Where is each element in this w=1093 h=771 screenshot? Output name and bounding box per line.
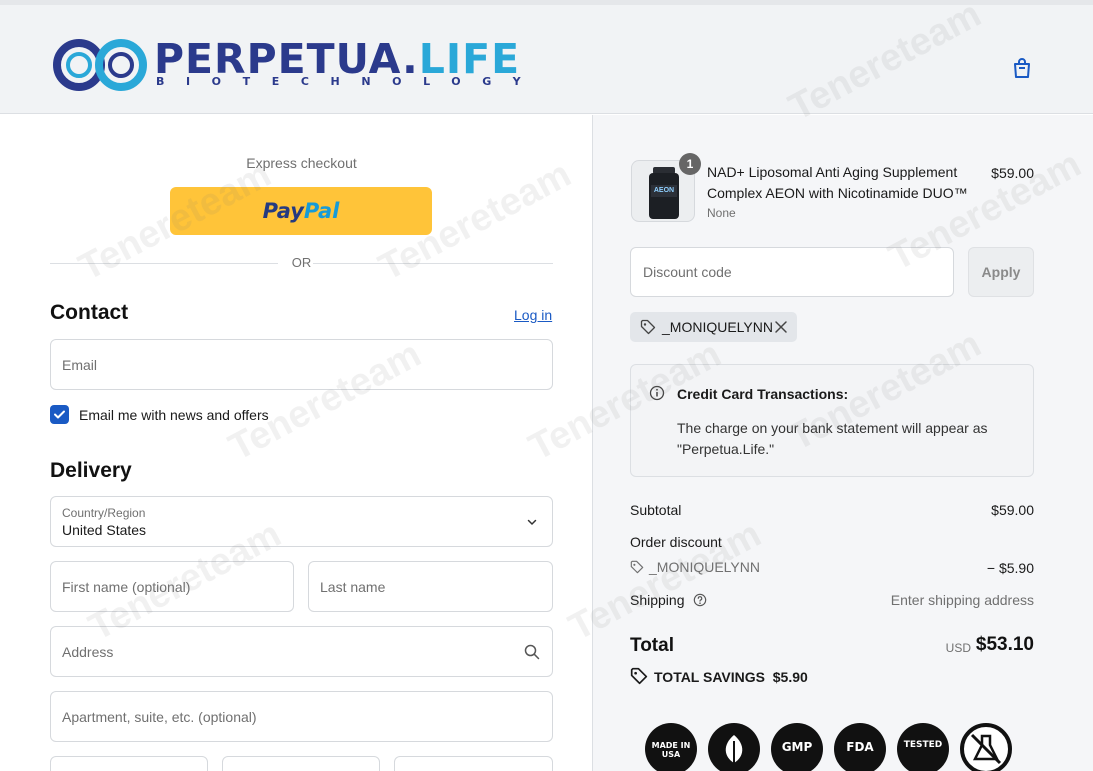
leaf-icon (725, 735, 743, 763)
total-label: Total (630, 635, 674, 656)
country-value: United States (62, 522, 147, 538)
notice-body: The charge on your bank statement will a… (677, 420, 988, 457)
product-price: $59.00 (991, 165, 1034, 181)
notice-title: Credit Card Transactions: (677, 386, 849, 402)
subtotal-value: $59.00 (991, 502, 1034, 518)
zip-field[interactable] (394, 756, 553, 771)
discount-code-label: _MONIQUELYNN (649, 559, 760, 575)
product-variant: None (707, 206, 736, 220)
total-currency: USD (945, 641, 971, 655)
site-header: PERPETUA.LIFE BIOTECHNOLOGY (0, 5, 1093, 114)
applied-code-label: _MONIQUELYNN (662, 319, 773, 335)
third-party-tested-badge: TESTED (897, 723, 949, 771)
made-in-usa-badge: MADE IN USA (645, 723, 697, 771)
order-discount-label: Order discount (630, 534, 722, 550)
subtotal-label: Subtotal (630, 502, 682, 518)
discount-placeholder: Discount code (643, 264, 732, 280)
total-value: $53.10 (975, 634, 1034, 655)
badge-label: TESTED (903, 740, 943, 750)
credit-card-notice: Credit Card Transactions: The charge on … (630, 364, 1034, 477)
close-icon[interactable] (774, 320, 788, 334)
city-field[interactable] (50, 756, 208, 771)
shopping-bag-icon[interactable] (1010, 56, 1034, 80)
discount-value: − $5.90 (986, 560, 1034, 576)
apartment-field[interactable]: Apartment, suite, etc. (optional) (50, 691, 553, 742)
state-field[interactable] (222, 756, 380, 771)
tag-icon (630, 560, 644, 574)
no-gmo-badge (960, 723, 1012, 771)
email-placeholder: Email (62, 356, 98, 373)
product-title: NAD+ Liposomal Anti Aging Supplement Com… (707, 164, 968, 201)
email-field[interactable]: Email (50, 339, 553, 390)
info-icon (649, 385, 665, 401)
tag-icon (630, 667, 648, 685)
first-name-placeholder: First name (optional) (62, 578, 191, 595)
brand-logo[interactable]: PERPETUA.LIFE BIOTECHNOLOGY (52, 35, 521, 93)
total-savings-row: TOTAL SAVINGS $5.90 (630, 667, 808, 685)
paypal-button[interactable]: PayPal (170, 187, 432, 235)
address-placeholder: Address (62, 643, 114, 660)
last-name-placeholder: Last name (320, 578, 386, 595)
help-icon[interactable] (693, 593, 707, 607)
express-checkout-label: Express checkout (246, 155, 357, 171)
paypal-text-pal: Pal (303, 199, 340, 223)
flask-prohibited-icon (970, 733, 1002, 765)
divider-line-right (313, 263, 553, 264)
paypal-text-pay: Pay (262, 199, 304, 223)
shipping-value: Enter shipping address (890, 592, 1034, 608)
checkmark-icon (54, 410, 65, 419)
delivery-heading: Delivery (50, 459, 132, 482)
savings-label: TOTAL SAVINGS (654, 669, 765, 685)
badge-label: MADE IN USA (651, 741, 691, 759)
search-icon (524, 644, 540, 660)
gmp-badge: GMP (771, 723, 823, 771)
vegan-leaf-badge (708, 723, 760, 771)
savings-value: $5.90 (772, 669, 808, 685)
badge-label: FDA (846, 740, 874, 754)
badge-label: GMP (781, 740, 813, 754)
shipping-label: Shipping (630, 592, 685, 608)
login-link[interactable]: Log in (514, 307, 552, 323)
first-name-field[interactable]: First name (optional) (50, 561, 294, 612)
newsletter-checkbox[interactable] (50, 405, 69, 424)
contact-heading: Contact (50, 301, 129, 324)
apply-button[interactable]: Apply (968, 247, 1034, 297)
chevron-down-icon (527, 519, 537, 526)
discount-code-row: _MONIQUELYNN (630, 559, 760, 575)
discount-code-field[interactable]: Discount code (630, 247, 954, 297)
tag-icon (640, 319, 656, 335)
newsletter-label: Email me with news and offers (79, 407, 269, 423)
trust-badges: MADE IN USA GMP FDA TESTED (645, 723, 1025, 771)
checkout-form: Express checkout PayPal OR Contact Log i… (0, 115, 592, 771)
apartment-placeholder: Apartment, suite, etc. (optional) (62, 708, 257, 725)
brand-tagline: BIOTECHNOLOGY (156, 75, 543, 88)
fda-badge: FDA (834, 723, 886, 771)
applied-discount-chip: _MONIQUELYNN (630, 312, 797, 342)
infinity-logo-icon (53, 39, 147, 91)
last-name-field[interactable]: Last name (308, 561, 553, 612)
quantity-badge: 1 (679, 153, 701, 175)
bottle-label: AEON (653, 187, 675, 194)
order-summary: AEON 1 NAD+ Liposomal Anti Aging Supplem… (593, 115, 1093, 771)
country-label: Country/Region (62, 506, 146, 520)
shipping-row: Shipping (630, 592, 707, 608)
address-field[interactable]: Address (50, 626, 553, 677)
or-divider: OR (50, 253, 553, 273)
country-select[interactable]: Country/Region United States (50, 496, 553, 547)
